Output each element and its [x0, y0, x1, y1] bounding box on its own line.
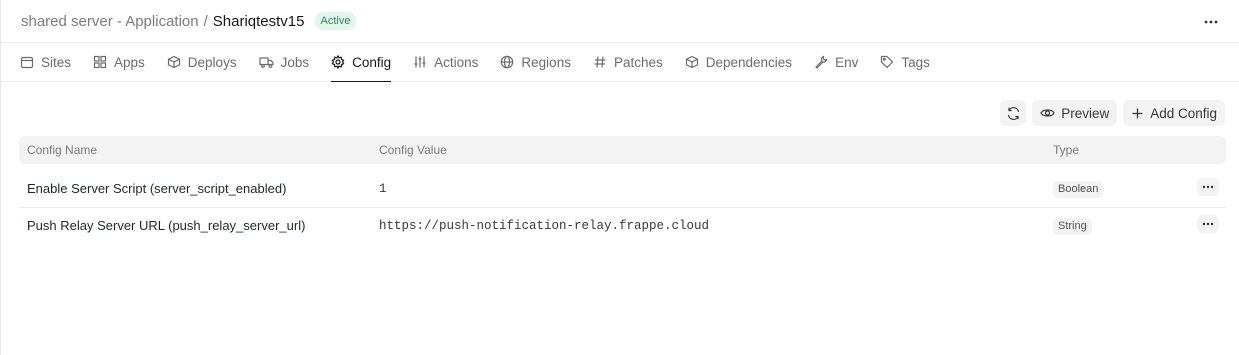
tab-dependencies[interactable]: Dependencies	[685, 43, 792, 81]
tab-jobs[interactable]: Jobs	[258, 43, 310, 81]
refresh-icon	[1007, 106, 1019, 120]
config-value-cell: https://push-notification-relay.frappe.c…	[379, 219, 710, 233]
tab-label: Patches	[613, 54, 663, 70]
preview-label: Preview	[1061, 105, 1110, 121]
tab-bar: Sites Apps Deploys Jobs Config Actions R…	[1, 43, 1239, 82]
tab-tags[interactable]: Tags	[880, 43, 930, 81]
ellipsis-icon	[1202, 185, 1214, 189]
grid-icon	[93, 55, 107, 69]
table-row[interactable]: Enable Server Script (server_script_enab…	[19, 171, 1226, 208]
table-header: Config Name Config Value Type	[19, 136, 1226, 164]
wrench-icon	[815, 55, 828, 69]
tab-regions[interactable]: Regions	[500, 43, 571, 81]
page-title: Shariqtestv15	[212, 12, 305, 30]
truck-icon	[258, 57, 274, 68]
plus-icon	[1132, 108, 1143, 118]
refresh-button[interactable]	[1000, 100, 1027, 126]
config-name-cell: Push Relay Server URL (push_relay_server…	[27, 218, 306, 233]
tab-label: Dependencies	[705, 54, 793, 70]
tab-label: Actions	[434, 54, 479, 70]
config-name-cell: Enable Server Script (server_script_enab…	[27, 181, 287, 196]
more-options-button[interactable]	[1201, 12, 1221, 32]
ellipsis-icon	[1204, 20, 1218, 24]
sliders-icon	[414, 56, 426, 68]
page-header: shared server - Application / Shariqtest…	[1, 0, 1239, 43]
breadcrumb-separator: /	[203, 12, 208, 30]
type-badge: Boolean	[1053, 181, 1104, 198]
tab-label: Env	[835, 54, 859, 70]
tab-label: Jobs	[280, 54, 310, 70]
breadcrumb: shared server - Application / Shariqtest…	[21, 12, 357, 30]
table-row[interactable]: Push Relay Server URL (push_relay_server…	[19, 208, 1226, 245]
tab-config[interactable]: Config	[331, 43, 392, 82]
hash-icon	[594, 56, 606, 68]
config-value-cell: 1	[379, 182, 387, 196]
globe-icon	[501, 55, 514, 69]
row-actions-button[interactable]	[1197, 178, 1219, 196]
column-header-config-name: Config Name	[27, 143, 98, 157]
tab-label: Sites	[41, 54, 72, 70]
ellipsis-icon	[1202, 222, 1214, 226]
row-actions-button[interactable]	[1197, 215, 1219, 233]
package-icon	[167, 55, 180, 69]
tab-label: Regions	[521, 54, 571, 70]
tab-label: Config	[352, 54, 392, 70]
type-badge: String	[1053, 218, 1092, 235]
tab-sites[interactable]: Sites	[20, 43, 71, 81]
add-config-button[interactable]: Add Config	[1123, 100, 1225, 126]
box-icon	[685, 55, 698, 69]
tab-actions[interactable]: Actions	[413, 43, 478, 81]
breadcrumb-parent-link[interactable]: shared server - Application	[21, 13, 199, 30]
status-badge: Active	[314, 12, 357, 30]
calendar-icon	[20, 56, 34, 69]
tab-apps[interactable]: Apps	[93, 43, 145, 81]
config-toolbar: Preview Add Config	[1000, 100, 1225, 126]
add-config-label: Add Config	[1150, 105, 1217, 121]
preview-button[interactable]: Preview	[1032, 100, 1118, 126]
column-header-type: Type	[1053, 143, 1080, 157]
tab-env[interactable]: Env	[814, 43, 858, 81]
column-header-config-value: Config Value	[379, 143, 447, 157]
tab-deploys[interactable]: Deploys	[167, 43, 237, 81]
tab-label: Tags	[901, 54, 930, 70]
tab-patches[interactable]: Patches	[593, 43, 663, 81]
tab-label: Apps	[114, 54, 145, 70]
gear-icon	[331, 55, 345, 69]
tab-label: Deploys	[187, 54, 237, 70]
eye-icon	[1040, 109, 1055, 117]
tag-icon	[881, 55, 894, 69]
